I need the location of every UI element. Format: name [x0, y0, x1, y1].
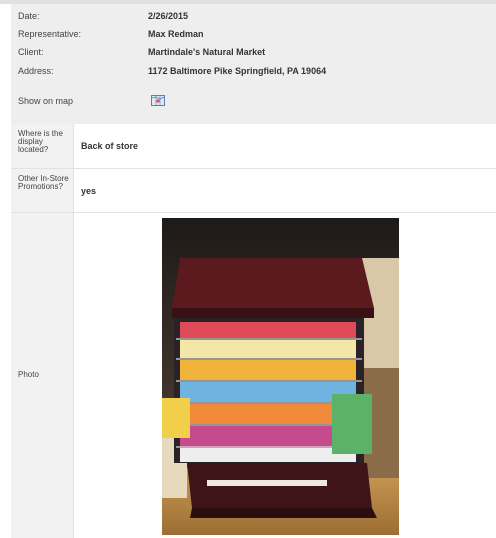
date-value: 2/26/2015	[148, 11, 189, 21]
photo-label-cell: Photo	[11, 213, 74, 538]
representative-label: Representative:	[18, 29, 82, 39]
photo-label: Photo	[18, 370, 39, 379]
representative-value: Max Redman	[148, 29, 204, 39]
address-label: Address:	[18, 66, 54, 76]
visit-summary-panel: Date: 2/26/2015 Representative: Max Redm…	[11, 4, 496, 124]
visit-report-page: Date: 2/26/2015 Representative: Max Redm…	[0, 0, 496, 538]
other-promotions-label-cell: Other In-Store Promotions?	[11, 169, 74, 212]
display-cooler-photo-icon	[162, 218, 399, 535]
display-location-value: Back of store	[81, 141, 139, 151]
display-location-label: Where is the display located?	[18, 129, 63, 154]
address-value: 1172 Baltimore Pike Springfield, PA 1906…	[148, 66, 327, 76]
client-value: Martindale's Natural Market	[148, 47, 266, 57]
display-location-label-cell: Where is the display located?	[11, 124, 74, 168]
other-promotions-value: yes	[81, 186, 97, 196]
other-promotions-row: Other In-Store Promotions? yes	[11, 169, 496, 213]
client-label: Client:	[18, 47, 44, 57]
display-photo[interactable]	[162, 218, 399, 535]
show-on-map-label: Show on map	[18, 96, 74, 106]
display-location-row: Where is the display located? Back of st…	[11, 124, 496, 169]
map-icon[interactable]	[151, 95, 165, 106]
date-label: Date:	[18, 11, 40, 21]
other-promotions-label: Other In-Store Promotions?	[18, 174, 69, 191]
